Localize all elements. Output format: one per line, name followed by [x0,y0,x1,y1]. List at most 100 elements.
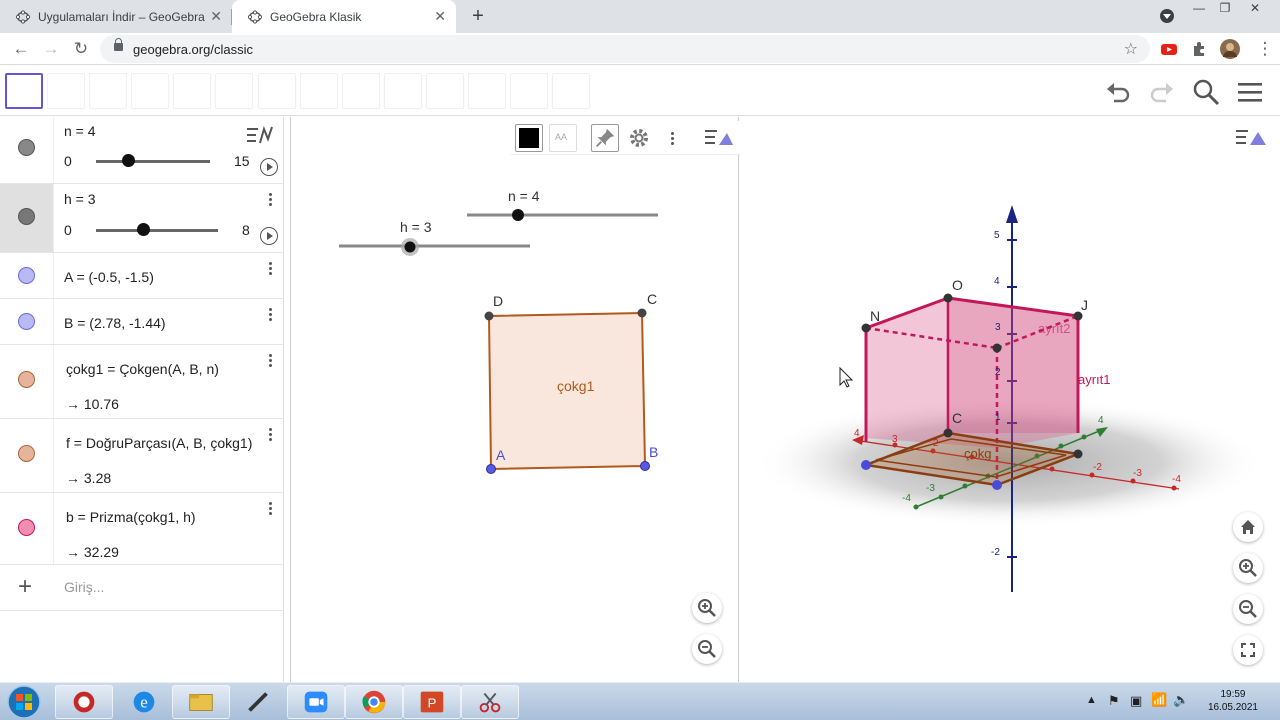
search-icon[interactable] [1192,78,1220,106]
fullscreen-button[interactable] [1233,635,1263,665]
taskbar-app-snipping[interactable] [461,685,519,719]
point-o[interactable] [943,293,953,303]
reload-icon[interactable]: ↻ [70,38,92,60]
more-options-icon[interactable] [269,193,273,208]
action-center-flag-icon[interactable]: ⚑ [1108,693,1120,709]
algebra-row-prism[interactable]: b = Prizma(çokg1, h) → 32.29 [0,493,283,565]
algebra-input-row[interactable]: + Giriş... [0,565,283,611]
slider-h-knob[interactable] [404,241,416,253]
tool-slot[interactable] [468,73,506,109]
visibility-toggle-dot[interactable] [18,313,35,330]
more-options-icon[interactable] [269,354,273,369]
tab-geogebra-download[interactable]: Uygulamaları İndir – GeoGebra ✕ [0,0,232,33]
tool-slot[interactable] [426,73,464,109]
point-b[interactable] [640,461,650,471]
tool-slot[interactable] [89,73,127,109]
system-clock[interactable]: 19:59 16.05.2021 [1208,688,1258,714]
algebra-input[interactable]: Giriş... [64,579,104,595]
browser-menu-icon[interactable]: ⋮ [1254,38,1276,60]
more-options-icon[interactable] [269,308,273,323]
point-b-3d[interactable] [992,480,1002,490]
algebra-row-point-a[interactable]: A = (-0.5, -1.5) [0,253,283,299]
visibility-toggle-dot[interactable] [18,208,35,225]
windows-start-icon[interactable] [4,684,44,720]
graphics-3d-view[interactable]: 5 4 3 2 1 -2 4 -4 -3 -2 -4 -3 2 3 4 N O … [744,117,1280,682]
bookmark-star-icon[interactable]: ☆ [1124,39,1138,59]
extensions-puzzle-icon[interactable] [1190,40,1208,58]
point-d[interactable] [484,311,494,321]
point-c[interactable] [637,308,647,318]
taskbar-app-geogebra[interactable] [55,685,113,719]
tool-slot[interactable] [258,73,296,109]
tool-slot[interactable] [552,73,590,109]
algebra-row-slider-h[interactable]: h = 3 0 8 [0,184,283,253]
tool-slot[interactable] [47,73,85,109]
minimize-icon[interactable]: — [1188,2,1210,16]
graphics-3d-canvas[interactable] [744,117,1280,682]
home-button[interactable] [1233,512,1263,542]
network-signal-icon[interactable]: 📶 [1151,692,1167,708]
point-a-3d[interactable] [861,460,871,470]
visibility-toggle-dot[interactable] [18,519,35,536]
main-menu-icon[interactable] [1236,78,1264,106]
taskbar-app-pen[interactable] [229,685,287,719]
add-icon[interactable]: + [18,573,32,601]
device-icon[interactable]: ▣ [1130,693,1142,709]
more-options-icon[interactable] [269,262,273,277]
point-base-right[interactable] [1073,449,1083,459]
tab-geogebra-classic[interactable]: GeoGebra Klasik ✕ [232,0,456,33]
taskbar-app-ie[interactable]: e [115,685,173,719]
algebra-row-segment[interactable]: f = DoğruParçası(A, B, çokg1) → 3.28 [0,419,283,493]
play-icon[interactable] [260,158,278,176]
slider-n-knob[interactable] [512,209,524,221]
taskbar-app-zoom[interactable] [287,685,345,719]
point-c-3d[interactable] [943,428,953,438]
visibility-toggle-dot[interactable] [18,267,35,284]
algebra-row-slider-n[interactable]: n = 4 0 15 [0,117,283,184]
new-tab-button[interactable]: + [467,5,489,27]
visibility-toggle-dot[interactable] [18,445,35,462]
undo-icon[interactable] [1104,78,1132,106]
taskbar-app-explorer[interactable] [172,685,230,719]
tool-slot[interactable] [173,73,211,109]
point-top-hidden[interactable] [992,343,1002,353]
profile-avatar[interactable] [1220,39,1240,59]
visibility-toggle-dot[interactable] [18,371,35,388]
visibility-toggle-dot[interactable] [18,139,35,156]
zoom-in-button[interactable] [1233,553,1263,583]
slider-h-knob[interactable] [137,223,150,236]
zoom-out-button[interactable] [1233,594,1263,624]
point-n[interactable] [861,323,871,333]
redo-icon[interactable] [1148,78,1176,106]
slider-n-knob[interactable] [122,154,135,167]
youtube-extension-icon[interactable] [1160,40,1178,58]
tool-slot[interactable] [510,73,548,109]
move-tool[interactable] [5,73,43,109]
more-options-icon[interactable] [269,428,273,443]
zoom-out-button[interactable] [692,634,722,664]
more-options-icon[interactable] [269,502,273,517]
taskbar-app-chrome[interactable] [345,685,403,719]
algebra-row-point-b[interactable]: B = (2.78, -1.44) [0,299,283,345]
tool-slot[interactable] [215,73,253,109]
tool-slot[interactable] [342,73,380,109]
play-icon[interactable] [260,227,278,245]
tool-slot[interactable] [384,73,422,109]
tray-expand-icon[interactable]: ▲ [1086,694,1097,706]
close-tab-icon[interactable]: ✕ [434,9,446,23]
graphics-view[interactable]: AA n = 4 h = 3 D C A B çokg1 [290,117,740,682]
tab-search-icon[interactable] [1160,9,1174,23]
back-icon[interactable]: ← [10,38,32,60]
zoom-in-button[interactable] [692,593,722,623]
close-window-icon[interactable]: ✕ [1244,2,1266,16]
slider-h-track[interactable] [96,229,218,232]
volume-icon[interactable]: 🔈 [1173,692,1189,708]
slider-n-track[interactable] [96,160,210,163]
tool-slot[interactable] [131,73,169,109]
point-a[interactable] [486,464,496,474]
algebra-row-polygon[interactable]: çokg1 = Çokgen(A, B, n) → 10.76 [0,345,283,419]
forward-icon[interactable]: → [40,38,62,60]
tool-slot[interactable] [300,73,338,109]
restore-icon[interactable]: ❐ [1214,2,1236,16]
address-bar[interactable]: geogebra.org/classic ☆ [100,35,1150,63]
